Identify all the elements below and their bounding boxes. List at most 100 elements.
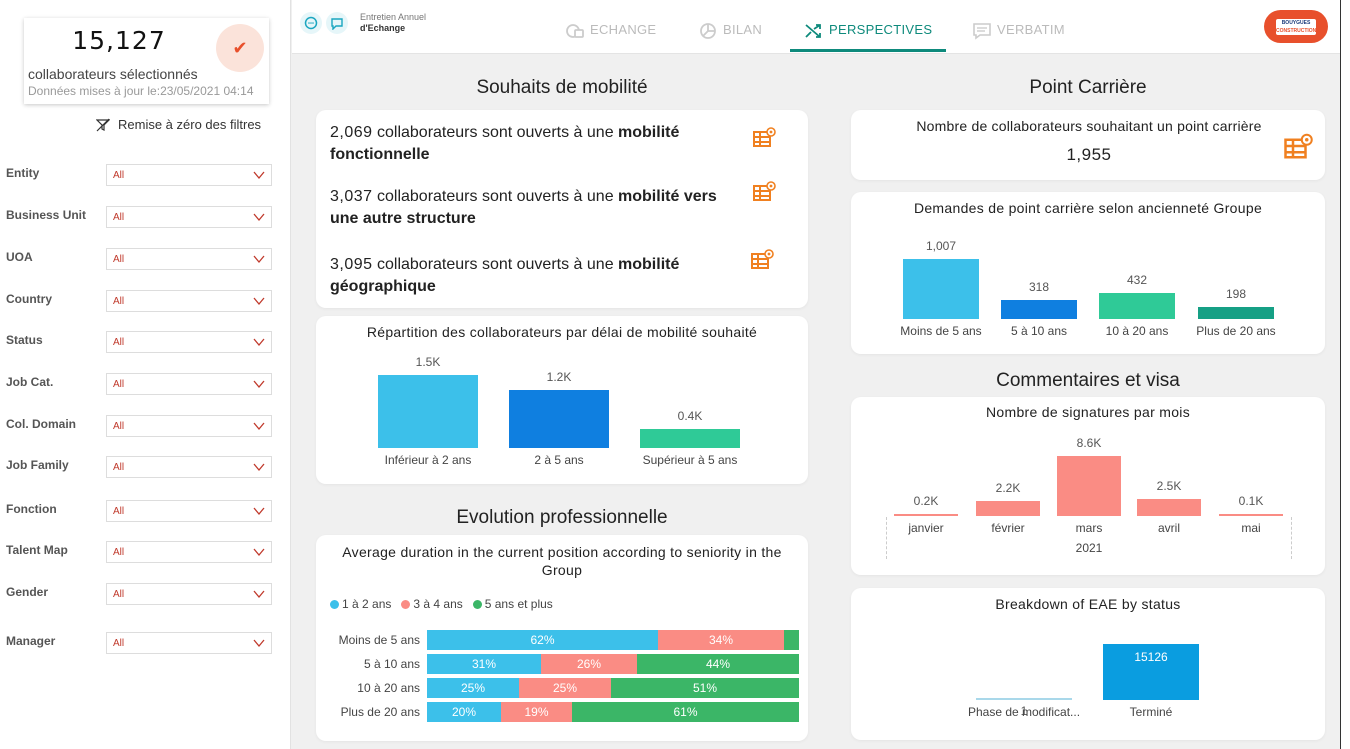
filter-business-unit: Business Unit All (6, 206, 276, 230)
career-kpi-card: Nombre de collaborateurs souhaitant un p… (851, 110, 1325, 180)
bar[interactable] (1099, 293, 1175, 319)
reset-filters-button[interactable]: Remise à zéro des filtres (96, 117, 261, 132)
filter-gender: Gender All (6, 583, 276, 607)
chevron-down-icon (253, 548, 265, 557)
bar[interactable] (1219, 514, 1283, 516)
filter-country: Country All (6, 290, 276, 314)
stacked-segment[interactable]: 31% (427, 654, 541, 674)
tick-label: Moins de 5 ans (338, 633, 420, 647)
filter-sidebar: 15,127 ✔ collaborateurs sélectionnés Don… (0, 0, 291, 749)
drill-table-icon[interactable] (1283, 132, 1313, 160)
chevron-down-icon (253, 338, 265, 347)
filter-dropdown[interactable]: All (106, 632, 272, 654)
filter-dropdown[interactable]: All (106, 415, 272, 437)
duration-legend: 1 à 2 ans 3 à 4 ans 5 ans et plus (330, 597, 553, 611)
tab-bilan[interactable]: BILAN (698, 22, 762, 52)
drill-table-icon[interactable] (752, 180, 776, 202)
stacked-segment[interactable]: 61% (572, 702, 799, 722)
bar[interactable] (894, 514, 958, 516)
filter-label: Col. Domain (6, 417, 77, 431)
stacked-row: Moins de 5 ans 62% 34% (316, 630, 808, 650)
status-chart-card: Breakdown of EAE by status 1 Phase de mod… (851, 588, 1325, 740)
bar[interactable] (903, 259, 979, 319)
tick-label: 2 à 5 ans (534, 453, 584, 467)
data-label: 1,007 (925, 239, 957, 253)
filter-dropdown[interactable]: All (106, 456, 272, 478)
drill-table-icon[interactable] (752, 126, 776, 148)
tab-verbatim[interactable]: VERBATIM (972, 22, 1065, 52)
mobility-count: 2,069 (330, 124, 373, 141)
brand-line1: BOUYGUES (1281, 19, 1311, 26)
filter-dropdown[interactable]: All (106, 248, 272, 270)
top-nav: Entretien Annuel d'Echange ECHANGE BILAN… (292, 0, 1340, 54)
reset-filters-label: Remise à zéro des filtres (118, 117, 262, 132)
bar[interactable] (1001, 300, 1077, 319)
tick-label: 5 à 10 ans (363, 657, 420, 671)
stacked-segment[interactable]: 25% (519, 678, 611, 698)
filter-dropdown[interactable]: All (106, 373, 272, 395)
stacked-segment[interactable]: 51% (611, 678, 799, 698)
filter-value: All (113, 296, 125, 307)
duration-chart-title: Average duration in the current position… (342, 544, 782, 578)
chevron-down-icon (253, 590, 265, 599)
filter-dropdown[interactable]: All (106, 206, 272, 228)
tick-label: Plus de 20 ans (1196, 324, 1276, 338)
anciennete-chart-card: Demandes de point carrière selon ancienn… (851, 192, 1325, 354)
filter-dropdown[interactable]: All (106, 290, 272, 312)
bar[interactable] (378, 375, 478, 448)
bar[interactable] (976, 698, 1072, 700)
filter-value: All (113, 254, 125, 265)
tab-echange[interactable]: ECHANGE (565, 22, 656, 52)
signatures-bar-chart: 0.2K janvier 2.2K février 8.6K mars 2.5K avril 0… (851, 397, 1325, 575)
stacked-segment[interactable]: 34% (658, 630, 784, 650)
tab-bilan-label: BILAN (723, 22, 763, 37)
stacked-segment[interactable]: 25% (427, 678, 519, 698)
tab-perspectives-label: PERSPECTIVES (829, 22, 933, 37)
filter-dropdown[interactable]: All (106, 583, 272, 605)
filter-value: All (113, 506, 125, 517)
mobility-row-geographic: 3,095 collaborateurs sont ouverts à une … (330, 254, 730, 298)
filter-label: Fonction (6, 502, 57, 516)
filter-dropdown[interactable]: All (106, 500, 272, 522)
duration-stacked-chart: Moins de 5 ans 62% 34% 5 à 10 ans 31% 26% 44% 1… (316, 625, 808, 735)
mobility-row-functional: 2,069 collaborateurs sont ouverts à une … (330, 122, 730, 166)
stacked-segment[interactable]: 20% (427, 702, 501, 722)
filter-dropdown[interactable]: All (106, 164, 272, 186)
chevron-down-icon (253, 213, 265, 222)
brand-logo-text: BOUYGUES CONSTRUCTION (1276, 18, 1316, 35)
selection-count-card: 15,127 ✔ collaborateurs sélectionnés Don… (24, 18, 269, 104)
bar[interactable] (509, 390, 609, 448)
filter-value: All (113, 170, 125, 181)
stacked-segment[interactable]: 19% (501, 702, 572, 722)
bar[interactable] (1198, 307, 1274, 319)
bar[interactable] (1137, 499, 1201, 516)
drill-table-icon[interactable] (750, 248, 774, 270)
data-label: 1.2K (546, 370, 572, 384)
bar[interactable] (640, 429, 740, 448)
filter-value: All (113, 379, 125, 390)
chevron-down-icon (253, 463, 265, 472)
bar[interactable] (1057, 456, 1121, 516)
stacked-segment[interactable]: 26% (541, 654, 637, 674)
stacked-segment[interactable]: 44% (637, 654, 799, 674)
mobility-section-title: Souhaits de mobilité (476, 77, 648, 98)
bar[interactable] (976, 501, 1040, 516)
tick-label: Supérieur à 5 ans (642, 453, 738, 467)
duration-chart-card: Average duration in the current position… (316, 535, 808, 741)
career-kpi-label: Nombre de collaborateurs souhaitant un p… (916, 118, 1262, 134)
tick-label: Phase de modificat... (967, 705, 1081, 719)
tab-perspectives[interactable]: PERSPECTIVES (790, 22, 947, 52)
filter-label: Talent Map (6, 543, 68, 557)
filter-uoa: UOA All (6, 248, 276, 272)
data-label: 1.5K (415, 355, 441, 369)
comments-section-title: Commentaires et visa (996, 370, 1180, 391)
filter-label: Country (6, 292, 52, 306)
stacked-segment[interactable]: 62% (427, 630, 658, 650)
filter-dropdown[interactable]: All (106, 541, 272, 563)
filter-dropdown[interactable]: All (106, 331, 272, 353)
stacked-segment[interactable] (784, 630, 799, 650)
axis-divider (1291, 517, 1292, 559)
filter-status: Status All (6, 331, 276, 355)
check-icon: ✔ (216, 24, 264, 72)
data-label: 0.4K (677, 409, 703, 423)
